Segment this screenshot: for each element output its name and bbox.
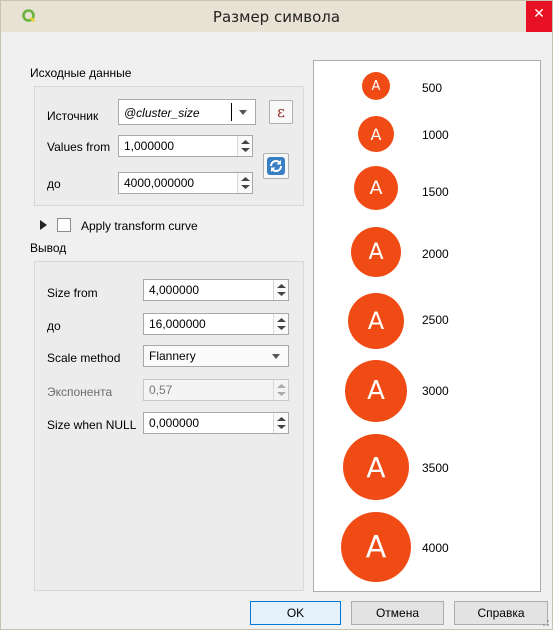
exponent-value: 0,57: [149, 383, 173, 397]
chevron-down-icon: [272, 354, 280, 359]
size-to-value: 16,000000: [149, 317, 206, 331]
to-label: до: [47, 177, 61, 191]
spin-arrows-icon: [277, 384, 286, 396]
close-button[interactable]: ✕: [526, 1, 552, 32]
source-value: @cluster_size: [124, 106, 200, 120]
preview-value: 1000: [422, 128, 449, 142]
spin-arrows-icon: [277, 284, 286, 296]
expression-button[interactable]: ε: [269, 100, 293, 124]
preview-value: 2500: [422, 313, 449, 327]
cancel-button[interactable]: Отмена: [351, 601, 444, 625]
preview-symbol: A: [341, 512, 411, 582]
preview-symbol: A: [362, 72, 390, 100]
spin-arrows-icon: [277, 417, 286, 429]
spin-arrows-icon: [277, 318, 286, 330]
output-group-title: Вывод: [30, 241, 67, 255]
preview-value: 3000: [422, 384, 449, 398]
size-from-value: 4,000000: [149, 283, 200, 297]
title-bar: Размер символа ✕: [1, 1, 552, 32]
preview-value: 500: [422, 81, 443, 95]
exponent-label: Экспонента: [47, 385, 113, 399]
size-from-label: Size from: [47, 286, 98, 300]
preview-symbol: A: [351, 227, 401, 277]
spin-buttons[interactable]: [273, 280, 288, 300]
spin-arrows-icon: [241, 140, 250, 152]
help-button[interactable]: Справка: [454, 601, 548, 625]
preview-value: 4000: [422, 541, 449, 555]
values-to-spinbox[interactable]: 4000,000000: [118, 172, 253, 194]
symbol-size-dialog: Размер символа ✕ Исходные данные Источни…: [0, 0, 553, 630]
spin-buttons[interactable]: [237, 136, 252, 156]
size-to-spinbox[interactable]: 16,000000: [143, 313, 289, 335]
values-from-label: Values from: [47, 140, 111, 154]
values-to-value: 4000,000000: [124, 176, 195, 190]
refresh-icon: [267, 157, 285, 175]
source-field-combo[interactable]: @cluster_size: [118, 99, 256, 125]
preview-symbol: A: [343, 434, 409, 500]
spin-buttons[interactable]: [273, 314, 288, 334]
values-from-value: 1,000000: [124, 139, 175, 153]
scale-method-select[interactable]: Flannery: [143, 345, 289, 367]
preview-value: 3500: [422, 461, 449, 475]
expand-arrow-icon[interactable]: [40, 220, 47, 230]
preview-symbol: A: [345, 360, 407, 422]
preview-symbol: A: [348, 293, 404, 349]
size-when-null-spinbox[interactable]: 0,000000: [143, 412, 289, 434]
scale-method-value: Flannery: [149, 349, 196, 363]
transform-curve-checkbox[interactable]: [57, 218, 71, 232]
spin-buttons: [273, 380, 288, 400]
size-preview-panel: A 500 A 1000 A 1500 A 2000 A 2500 A 3000…: [313, 60, 541, 592]
resize-grip-icon[interactable]: [540, 617, 550, 627]
size-from-spinbox[interactable]: 4,000000: [143, 279, 289, 301]
preview-symbol: A: [358, 116, 394, 152]
epsilon-expression-icon: ε: [277, 103, 285, 121]
source-group-title: Исходные данные: [30, 66, 132, 80]
size-when-null-label: Size when NULL: [47, 418, 137, 432]
preview-value: 1500: [422, 185, 449, 199]
scale-method-label: Scale method: [47, 351, 121, 365]
text-cursor: [231, 103, 232, 121]
exponent-spinbox: 0,57: [143, 379, 289, 401]
window-title: Размер символа: [212, 8, 341, 26]
spin-buttons[interactable]: [273, 413, 288, 433]
values-from-spinbox[interactable]: 1,000000: [118, 135, 253, 157]
preview-value: 2000: [422, 247, 449, 261]
transform-curve-label: Apply transform curve: [81, 219, 198, 233]
spin-arrows-icon: [241, 177, 250, 189]
spin-buttons[interactable]: [237, 173, 252, 193]
ok-button[interactable]: OK: [250, 601, 341, 625]
chevron-down-icon: [239, 110, 247, 115]
source-label: Источник: [47, 109, 99, 123]
size-to-label: до: [47, 319, 61, 333]
size-when-null-value: 0,000000: [149, 416, 200, 430]
preview-symbol: A: [354, 166, 398, 210]
refresh-button[interactable]: [263, 153, 289, 179]
